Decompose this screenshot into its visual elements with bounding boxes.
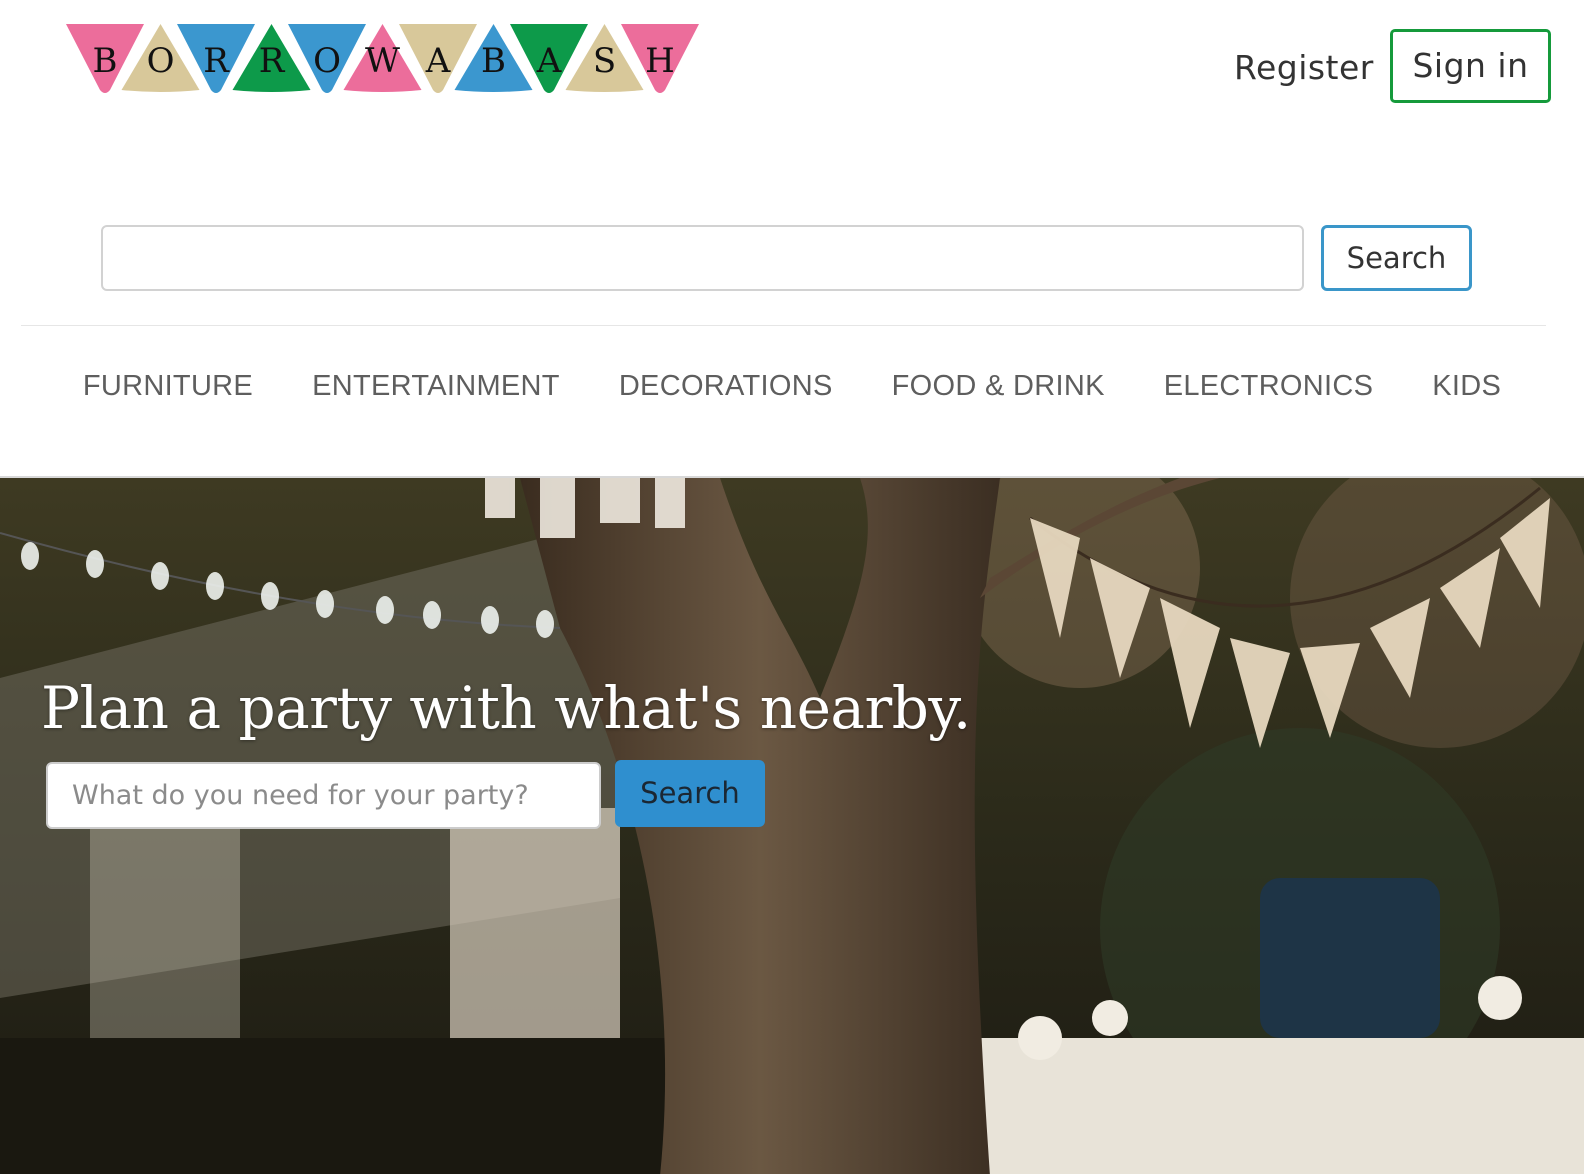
logo-letter: A [536, 41, 562, 81]
category-nav: FURNITURE ENTERTAINMENT DECORATIONS FOOD… [0, 360, 1584, 412]
borrowabash-logo[interactable]: BORROWABASH [64, 20, 704, 100]
logo-letter: B [481, 41, 506, 81]
logo-letter: A [425, 41, 451, 81]
header-search-input[interactable] [101, 225, 1304, 291]
logo-letter: H [645, 41, 675, 81]
hero-title: Plan a party with what's nearby. [41, 674, 971, 742]
logo-letter: O [313, 41, 341, 81]
logo-letter: S [593, 41, 616, 81]
category-entertainment[interactable]: ENTERTAINMENT [312, 360, 560, 412]
category-furniture[interactable]: FURNITURE [83, 360, 253, 412]
logo-letter: R [259, 41, 286, 81]
category-decorations[interactable]: DECORATIONS [619, 360, 833, 412]
logo-letter: W [365, 41, 400, 81]
category-electronics[interactable]: ELECTRONICS [1164, 360, 1374, 412]
signin-button[interactable]: Sign in [1390, 29, 1551, 103]
hero-search-input[interactable] [46, 762, 601, 829]
category-kids[interactable]: KIDS [1432, 360, 1501, 412]
register-link[interactable]: Register [1234, 46, 1374, 90]
logo-letter: B [93, 41, 118, 81]
header-search-button[interactable]: Search [1321, 225, 1472, 291]
site-header: BORROWABASH Register Sign in Search FURN… [0, 0, 1584, 476]
hero-search-button[interactable]: Search [615, 760, 765, 827]
logo-letter: O [147, 41, 175, 81]
category-food-drink[interactable]: FOOD & DRINK [892, 360, 1105, 412]
bunting-logo-icon: BORROWABASH [66, 24, 699, 93]
header-divider [21, 325, 1546, 326]
logo-letter: R [203, 41, 230, 81]
hero-banner: Plan a party with what's nearby. Search [0, 476, 1584, 1174]
